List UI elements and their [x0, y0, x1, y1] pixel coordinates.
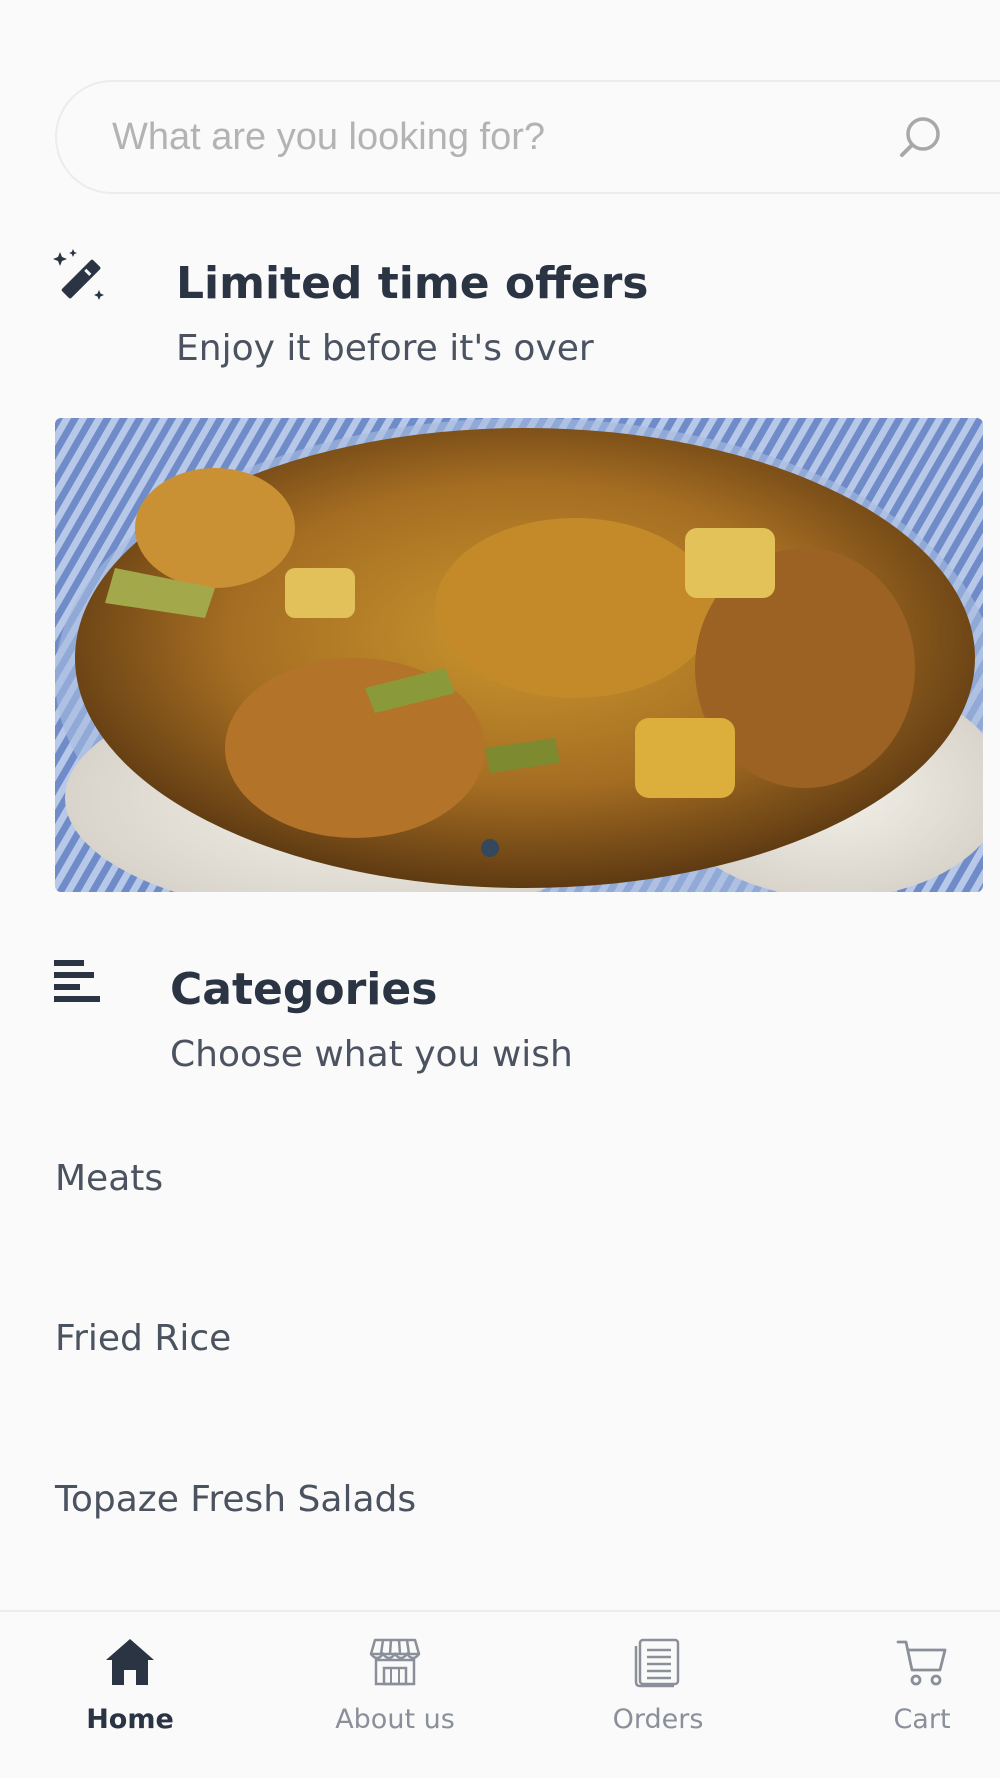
search-bar[interactable]	[55, 80, 1000, 194]
nav-item-about-us[interactable]: About us	[295, 1612, 495, 1778]
nav-item-orders[interactable]: Orders	[558, 1612, 758, 1778]
search-icon[interactable]	[895, 112, 945, 162]
category-item-topaze-fresh-salads[interactable]: Topaze Fresh Salads	[55, 1455, 955, 1545]
nav-label-home: Home	[86, 1704, 174, 1735]
category-item-meats[interactable]: Meats	[55, 1134, 955, 1224]
nav-label-about-us: About us	[335, 1704, 455, 1735]
categories-subtitle: Choose what you wish	[170, 1034, 573, 1075]
rice-and-curry-dish-image	[55, 418, 983, 892]
nav-item-cart[interactable]: Cart	[822, 1612, 1000, 1778]
offers-subtitle: Enjoy it before it's over	[176, 328, 594, 369]
orders-icon	[634, 1638, 680, 1688]
home-icon	[106, 1639, 154, 1685]
menu-lines-icon	[54, 960, 100, 1002]
store-icon	[369, 1638, 421, 1686]
nav-item-home[interactable]: Home	[30, 1612, 230, 1778]
offer-banner-image[interactable]	[55, 418, 983, 892]
offers-title: Limited time offers	[176, 258, 649, 309]
categories-title: Categories	[170, 964, 438, 1015]
bottom-navigation: Home About us Orders Cart	[0, 1610, 1000, 1778]
magic-wand-icon	[53, 249, 104, 300]
app-screen: Limited time offers Enjoy it before it's…	[0, 0, 1000, 1778]
cart-icon	[896, 1640, 947, 1686]
nav-label-orders: Orders	[612, 1704, 704, 1735]
nav-label-cart: Cart	[893, 1704, 951, 1735]
category-item-fried-rice[interactable]: Fried Rice	[55, 1294, 955, 1384]
search-input[interactable]	[112, 82, 892, 192]
